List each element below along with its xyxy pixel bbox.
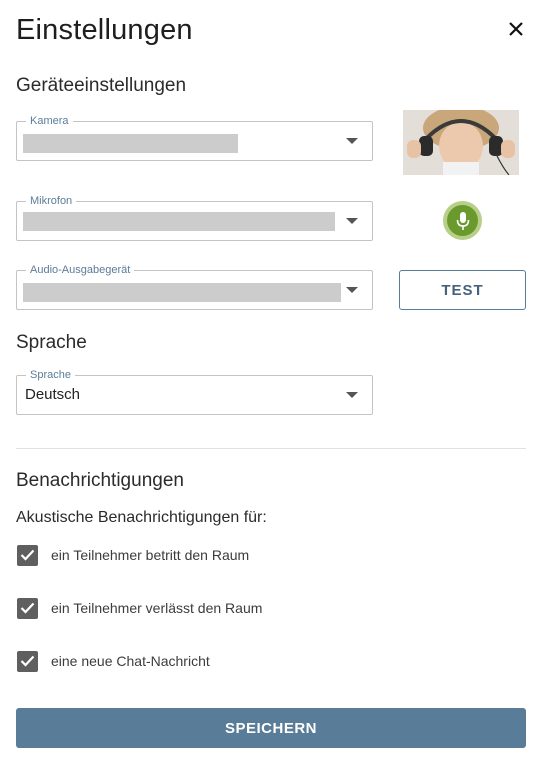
language-select-value: Deutsch — [25, 386, 81, 403]
notify-leave-option[interactable]: ein Teilnehmer verlässt den Raum — [17, 597, 262, 619]
save-button[interactable]: SPEICHERN — [16, 708, 526, 748]
microphone-icon — [447, 205, 478, 236]
microphone-select-value-redacted — [23, 212, 335, 231]
microphone-select-label: Mikrofon — [26, 194, 77, 208]
camera-select-label: Kamera — [26, 114, 73, 128]
language-select-label: Sprache — [26, 368, 75, 382]
notifications-subheading: Akustische Benachrichtigungen für: — [16, 509, 267, 526]
chevron-down-icon — [346, 287, 358, 293]
checkbox-checked-icon[interactable] — [17, 544, 38, 566]
checkbox-checked-icon[interactable] — [17, 597, 38, 619]
section-divider — [16, 448, 526, 449]
test-audio-button[interactable]: TEST — [399, 270, 526, 310]
close-icon[interactable] — [503, 16, 529, 42]
notify-join-option[interactable]: ein Teilnehmer betritt den Raum — [17, 544, 249, 566]
checkbox-checked-icon[interactable] — [17, 650, 38, 672]
notify-join-label: ein Teilnehmer betritt den Raum — [51, 547, 250, 563]
device-settings-heading: Geräteeinstellungen — [16, 75, 187, 96]
microphone-select[interactable]: Mikrofon — [16, 194, 373, 241]
audio-output-select[interactable]: Audio-Ausgabegerät — [16, 263, 373, 310]
language-select[interactable]: Sprache Deutsch — [16, 368, 373, 415]
camera-preview-image — [403, 110, 519, 175]
camera-select-value-redacted — [23, 134, 238, 153]
notify-chat-option[interactable]: eine neue Chat-Nachricht — [17, 650, 210, 672]
audio-output-select-value-redacted — [23, 283, 341, 302]
notify-chat-label: eine neue Chat-Nachricht — [51, 653, 210, 669]
language-heading: Sprache — [16, 332, 87, 353]
chevron-down-icon — [346, 218, 358, 224]
camera-select[interactable]: Kamera — [16, 114, 373, 161]
microphone-level-indicator — [443, 201, 482, 240]
notify-leave-label: ein Teilnehmer verlässt den Raum — [51, 600, 263, 616]
dialog-title: Einstellungen — [16, 14, 193, 46]
settings-dialog: Einstellungen Geräteeinstellungen Kamera… — [0, 0, 540, 765]
audio-output-select-label: Audio-Ausgabegerät — [26, 263, 135, 277]
chevron-down-icon — [346, 392, 358, 398]
chevron-down-icon — [346, 138, 358, 144]
notifications-heading: Benachrichtigungen — [16, 470, 184, 491]
